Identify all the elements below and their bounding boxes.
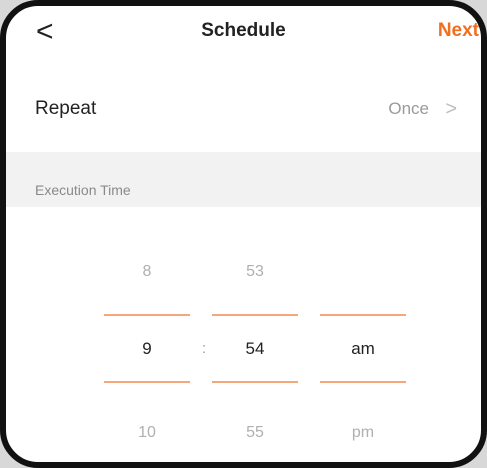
period-selection-line-bottom [320,381,406,383]
repeat-label: Repeat [35,98,97,119]
next-button[interactable]: Next [438,18,479,44]
period-selected[interactable]: am [320,339,406,359]
hour-selection-line-top [104,314,190,316]
time-picker: 8 9 10 : 53 54 55 am pm [6,207,481,462]
chevron-right-icon: > [445,98,457,120]
repeat-row[interactable]: Repeat Once > [6,78,481,144]
hour-option-next[interactable]: 10 [104,423,190,443]
page-title: Schedule [201,20,286,41]
repeat-value: Once [388,99,429,118]
time-separator: : [202,340,207,357]
minute-selected[interactable]: 54 [212,339,298,359]
phone-frame: < Schedule Next Repeat Once > Execution … [0,0,487,468]
minute-selection-line-top [212,314,298,316]
section-header: Execution Time [6,152,481,207]
period-option-next[interactable]: pm [320,423,406,443]
minute-selection-line-bottom [212,381,298,383]
minute-option-prev[interactable]: 53 [212,262,298,282]
hour-selection-line-bottom [104,381,190,383]
top-bar: < Schedule Next [6,6,481,66]
minute-option-next[interactable]: 55 [212,423,298,443]
hour-option-prev[interactable]: 8 [104,262,190,282]
execution-time-label: Execution Time [35,182,131,198]
period-selection-line-top [320,314,406,316]
hour-selected[interactable]: 9 [104,339,190,359]
